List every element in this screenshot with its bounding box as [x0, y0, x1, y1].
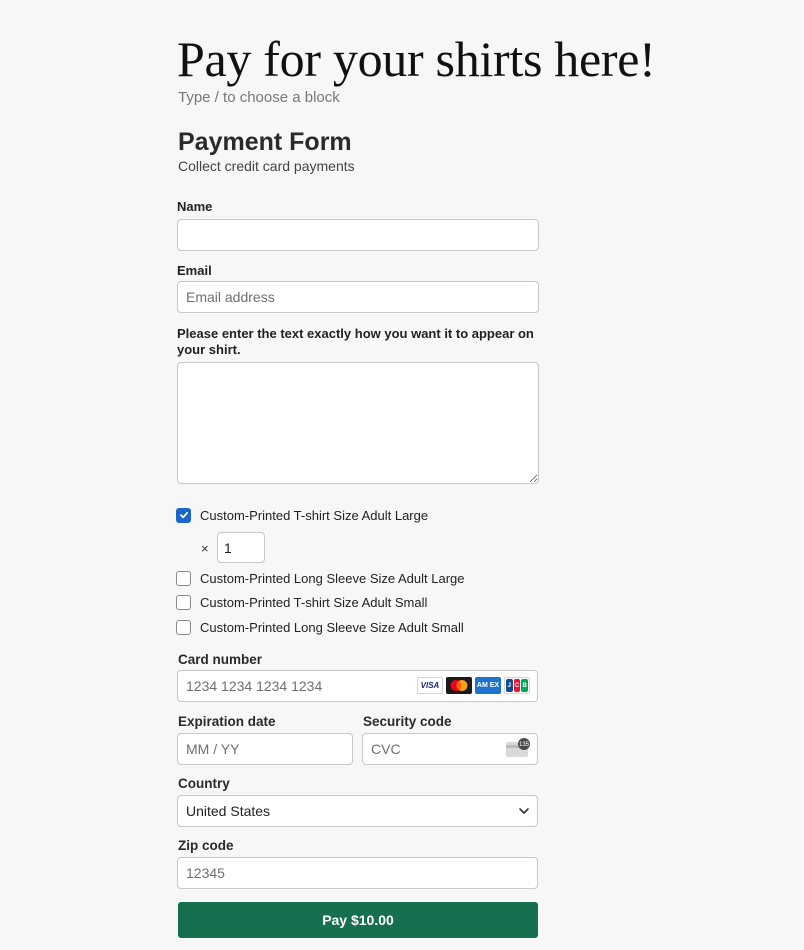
checkbox[interactable]: [176, 619, 191, 635]
country-select[interactable]: United States: [177, 795, 538, 827]
product-option-4[interactable]: Custom-Printed Long Sleeve Size Adult Sm…: [176, 618, 464, 636]
shirt-text-field[interactable]: [177, 362, 539, 484]
name-label: Name: [177, 199, 213, 214]
zip-code-label: Zip code: [178, 838, 234, 853]
mastercard-icon: [446, 677, 472, 694]
page-title: Pay for your shirts here!: [177, 31, 656, 87]
chevron-down-icon: [519, 808, 529, 814]
expiration-field[interactable]: [177, 733, 353, 765]
cvc-card-icon: 135: [506, 738, 530, 757]
product-label: Custom-Printed T-shirt Size Adult Large: [200, 507, 429, 523]
product-label: Custom-Printed Long Sleeve Size Adult Sm…: [200, 619, 464, 635]
email-field[interactable]: [177, 281, 539, 313]
svg-text:135: 135: [519, 742, 530, 748]
product-option-1[interactable]: Custom-Printed T-shirt Size Adult Large: [176, 506, 428, 524]
checkmark-icon: [179, 511, 188, 519]
product-label: Custom-Printed Long Sleeve Size Adult La…: [200, 570, 465, 586]
quantity-times-symbol: ×: [201, 541, 209, 556]
form-description: Collect credit card payments: [178, 158, 355, 174]
country-select-value: United States: [177, 795, 538, 827]
visa-icon: VISA: [417, 677, 443, 694]
block-placeholder-hint[interactable]: Type / to choose a block: [178, 88, 340, 108]
country-label: Country: [178, 776, 230, 791]
checkbox[interactable]: [176, 594, 191, 610]
checkbox[interactable]: [176, 570, 191, 586]
product-option-3[interactable]: Custom-Printed T-shirt Size Adult Small: [176, 593, 427, 611]
quantity-field[interactable]: [217, 532, 265, 563]
email-label: Email: [177, 263, 212, 278]
name-field[interactable]: [177, 219, 539, 251]
zip-code-field[interactable]: [177, 857, 538, 889]
card-brand-logos: VISA AM EX J C B: [417, 677, 530, 694]
checkbox-checked[interactable]: [176, 507, 191, 523]
shirt-text-label: Please enter the text exactly how you wa…: [177, 326, 534, 357]
pay-button[interactable]: Pay $10.00: [178, 902, 538, 938]
expiration-label: Expiration date: [178, 714, 276, 729]
security-code-label: Security code: [363, 714, 452, 729]
amex-icon: AM EX: [475, 677, 501, 694]
jcb-icon: J C B: [504, 677, 530, 694]
card-number-label: Card number: [178, 652, 263, 667]
form-title: Payment Form: [178, 128, 352, 156]
product-label: Custom-Printed T-shirt Size Adult Small: [200, 594, 428, 610]
product-option-2[interactable]: Custom-Printed Long Sleeve Size Adult La…: [176, 569, 465, 587]
